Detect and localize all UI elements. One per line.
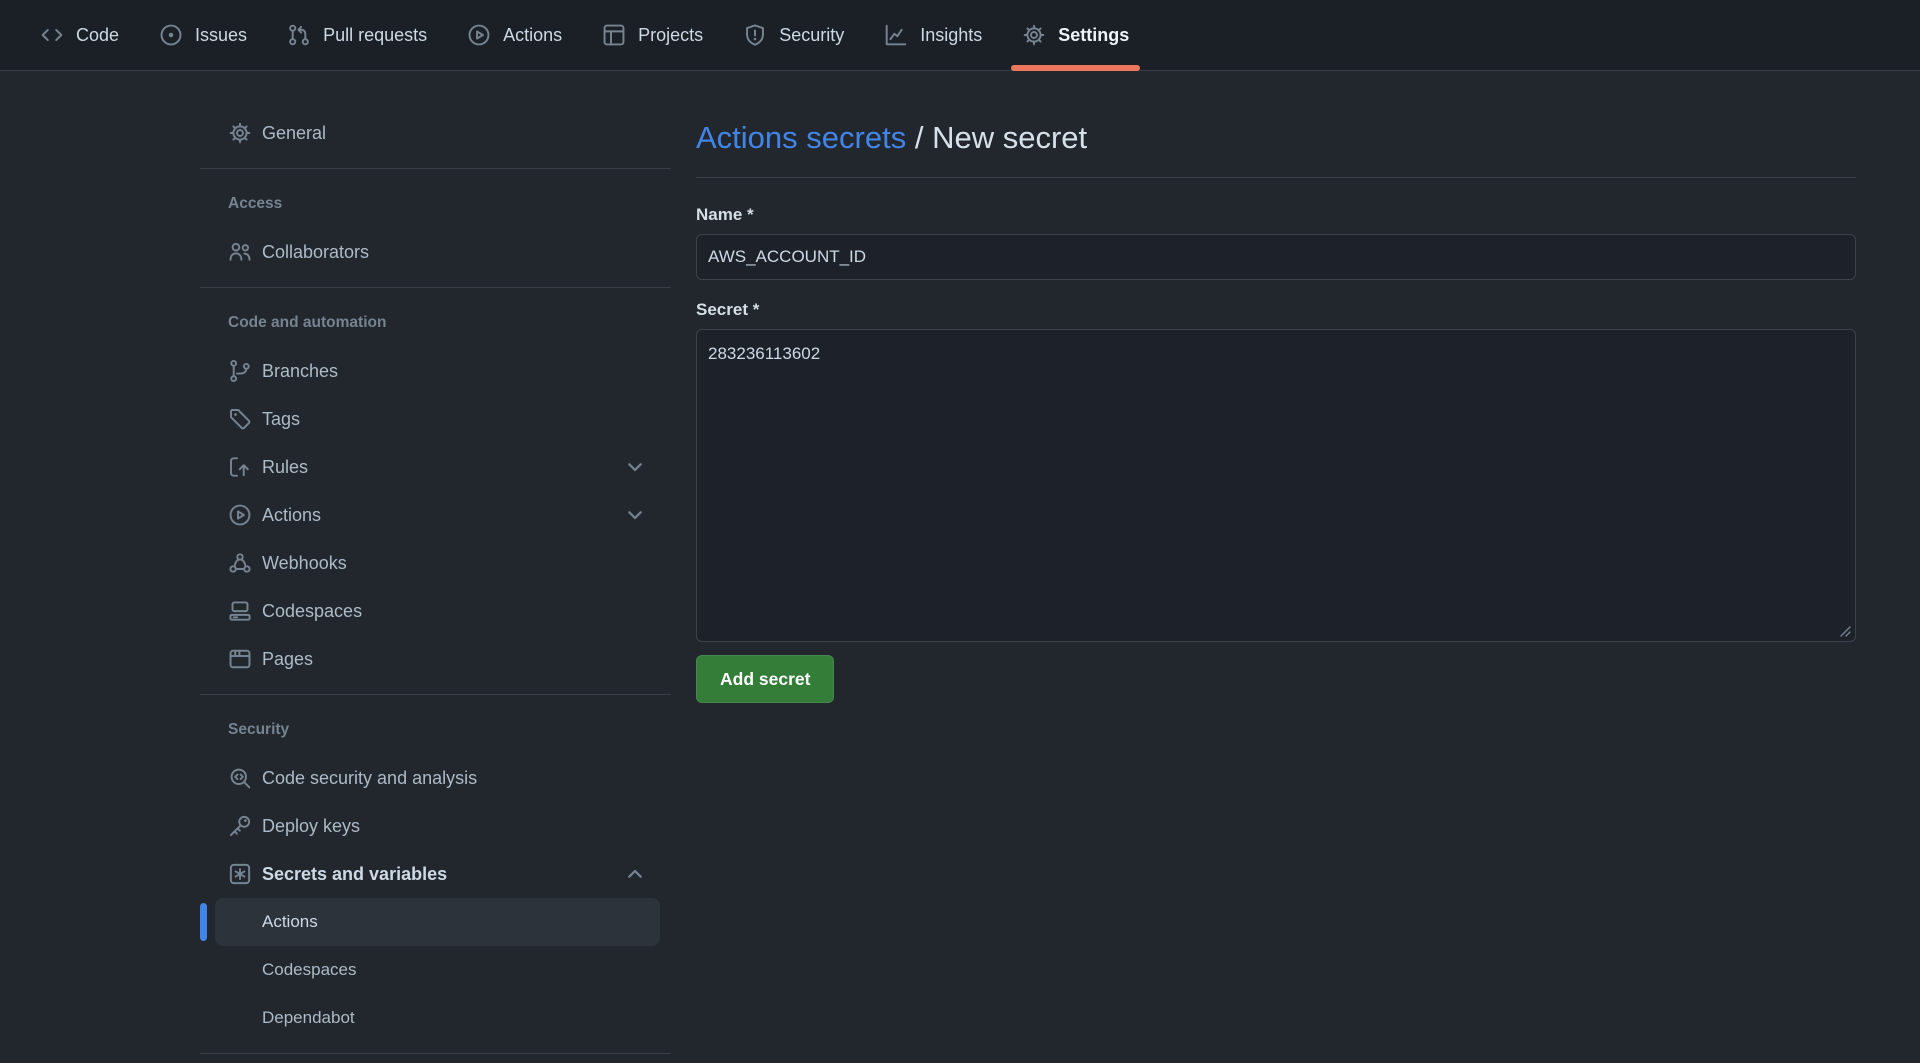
- tab-insights[interactable]: Insights: [870, 0, 996, 71]
- tab-code[interactable]: Code: [26, 0, 133, 71]
- sidebar-item-label: Codespaces: [262, 601, 647, 622]
- sidebar-item-branches[interactable]: Branches: [215, 347, 660, 395]
- add-secret-button[interactable]: Add secret: [696, 655, 834, 703]
- play-icon: [228, 503, 252, 527]
- new-secret-form: Actions secrets / New secret Name * Secr…: [696, 71, 1856, 703]
- play-icon: [467, 23, 491, 47]
- sidebar-section-code-and-automation: Code and automation: [215, 299, 660, 347]
- sidebar-item-label: Rules: [262, 457, 623, 478]
- github-repo-settings-page: Code Issues Pull requests Actions Projec…: [0, 0, 1920, 1063]
- sidebar-item-label: Branches: [262, 361, 647, 382]
- sidebar-item-tags[interactable]: Tags: [215, 395, 660, 443]
- selected-accent-bar: [200, 903, 207, 941]
- sidebar-section-access: Access: [215, 180, 660, 228]
- actions-secrets-breadcrumb-link[interactable]: Actions secrets: [696, 120, 906, 155]
- tab-label: Pull requests: [323, 25, 427, 46]
- sidebar-item-label: General: [262, 123, 647, 144]
- chevron-down-icon: [623, 455, 647, 479]
- sidebar-subitem-actions-secrets[interactable]: Actions: [215, 898, 660, 946]
- gear-icon: [1022, 23, 1046, 47]
- chevron-down-icon: [623, 503, 647, 527]
- rules-icon: [228, 455, 252, 479]
- secret-asterisk-icon: [228, 862, 252, 886]
- tab-actions[interactable]: Actions: [453, 0, 576, 71]
- secret-field-label: Secret *: [696, 300, 1856, 320]
- sidebar-item-secrets-and-variables[interactable]: Secrets and variables: [215, 850, 660, 898]
- tab-pull-requests[interactable]: Pull requests: [273, 0, 441, 71]
- sidebar-subitem-codespaces-secrets[interactable]: Codespaces: [215, 946, 660, 994]
- chevron-up-icon: [623, 862, 647, 886]
- page-title: Actions secrets / New secret: [696, 120, 1856, 178]
- sidebar-divider: [200, 694, 671, 695]
- name-field-label: Name *: [696, 205, 1856, 225]
- table-icon: [602, 23, 626, 47]
- sidebar-item-actions[interactable]: Actions: [215, 491, 660, 539]
- sidebar-item-rules[interactable]: Rules: [215, 443, 660, 491]
- sidebar-item-label: Deploy keys: [262, 816, 647, 837]
- tag-icon: [228, 407, 252, 431]
- codespaces-icon: [228, 599, 252, 623]
- issue-opened-icon: [159, 23, 183, 47]
- sidebar-item-label: Actions: [262, 912, 647, 932]
- tab-label: Projects: [638, 25, 703, 46]
- gear-icon: [228, 121, 252, 145]
- sidebar-subitem-dependabot-secrets[interactable]: Dependabot: [215, 994, 660, 1042]
- sidebar-item-label: Collaborators: [262, 242, 647, 263]
- sidebar-section-security: Security: [215, 706, 660, 754]
- required-marker: *: [747, 205, 754, 224]
- breadcrumb-separator: /: [915, 120, 924, 155]
- tab-issues[interactable]: Issues: [145, 0, 261, 71]
- sidebar-item-general[interactable]: General: [215, 109, 660, 157]
- tab-label: Insights: [920, 25, 982, 46]
- sidebar-item-collaborators[interactable]: Collaborators: [215, 228, 660, 276]
- codescan-icon: [228, 766, 252, 790]
- key-icon: [228, 814, 252, 838]
- sidebar-item-deploy-keys[interactable]: Deploy keys: [215, 802, 660, 850]
- sidebar-divider: [200, 1053, 671, 1054]
- sidebar-item-webhooks[interactable]: Webhooks: [215, 539, 660, 587]
- settings-sidebar: General Access Collaborators Code and au…: [200, 71, 671, 1063]
- git-pull-request-icon: [287, 23, 311, 47]
- graph-icon: [884, 23, 908, 47]
- secret-value-textarea[interactable]: 283236113602: [696, 329, 1856, 642]
- textarea-resize-handle[interactable]: [1838, 624, 1852, 638]
- tab-label: Security: [779, 25, 844, 46]
- secret-name-input[interactable]: [696, 234, 1856, 280]
- tab-settings[interactable]: Settings: [1008, 0, 1143, 71]
- sidebar-item-label: Code security and analysis: [262, 768, 647, 789]
- sidebar-item-label: Codespaces: [262, 960, 647, 980]
- secret-value-wrapper: 283236113602: [696, 329, 1856, 642]
- tab-label: Actions: [503, 25, 562, 46]
- shield-icon: [743, 23, 767, 47]
- sidebar-item-label: Pages: [262, 649, 647, 670]
- sidebar-item-label: Tags: [262, 409, 647, 430]
- tab-projects[interactable]: Projects: [588, 0, 717, 71]
- sidebar-item-code-security-and-analysis[interactable]: Code security and analysis: [215, 754, 660, 802]
- sidebar-divider: [200, 287, 671, 288]
- required-marker: *: [753, 300, 760, 319]
- tab-label: Issues: [195, 25, 247, 46]
- sidebar-item-label: Secrets and variables: [262, 864, 623, 885]
- sidebar-item-label: Dependabot: [262, 1008, 647, 1028]
- sidebar-divider: [200, 168, 671, 169]
- sidebar-item-codespaces[interactable]: Codespaces: [215, 587, 660, 635]
- sidebar-item-label: Actions: [262, 505, 623, 526]
- git-branch-icon: [228, 359, 252, 383]
- breadcrumb-current: New secret: [932, 120, 1087, 155]
- tab-label: Code: [76, 25, 119, 46]
- sidebar-item-label: Webhooks: [262, 553, 647, 574]
- tab-label: Settings: [1058, 25, 1129, 46]
- repo-tab-bar: Code Issues Pull requests Actions Projec…: [0, 0, 1920, 71]
- webhook-icon: [228, 551, 252, 575]
- code-icon: [40, 23, 64, 47]
- people-icon: [228, 240, 252, 264]
- tab-security[interactable]: Security: [729, 0, 858, 71]
- sidebar-item-pages[interactable]: Pages: [215, 635, 660, 683]
- browser-icon: [228, 647, 252, 671]
